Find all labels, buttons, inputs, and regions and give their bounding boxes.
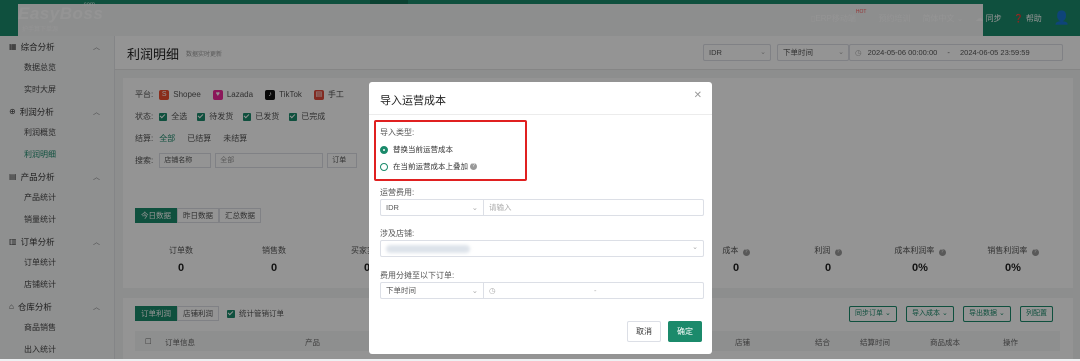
- dialog-header: 导入运营成本 ✕: [369, 82, 712, 115]
- help-icon: ?: [470, 163, 477, 170]
- cancel-button[interactable]: 取消: [627, 321, 661, 342]
- allocate-label: 费用分摊至以下订单:: [380, 271, 455, 280]
- radio-label: 在当前运营成本上叠加: [393, 162, 468, 171]
- radio-unselected-icon: [380, 162, 388, 171]
- chevron-down-icon: ⌄: [692, 244, 698, 251]
- clock-icon: ◷: [489, 286, 496, 295]
- cost-input-group: IDR ⌄ 请输入: [380, 199, 704, 216]
- range-separator: -: [594, 286, 597, 295]
- confirm-button[interactable]: 确定: [668, 321, 702, 342]
- radio-label: 替换当前运营成本: [393, 145, 453, 154]
- allocate-date-range[interactable]: ◷ -: [484, 283, 705, 298]
- allocate-input-group: 下单时间 ⌄ ◷ -: [380, 282, 704, 299]
- time-type-value: 下单时间: [386, 286, 416, 295]
- radio-selected-icon: [380, 145, 388, 154]
- stores-label: 涉及店铺:: [380, 229, 415, 238]
- currency-value: IDR: [386, 203, 399, 212]
- cost-currency-select[interactable]: IDR ⌄: [381, 200, 484, 215]
- radio-overlay[interactable]: 在当前运营成本上叠加?: [380, 161, 477, 172]
- import-type-label: 导入类型:: [380, 128, 415, 137]
- allocate-time-type-select[interactable]: 下单时间 ⌄: [381, 283, 484, 298]
- cost-label: 运营费用:: [380, 188, 415, 197]
- chevron-down-icon: ⌄: [471, 286, 478, 295]
- dialog-title: 导入运营成本: [380, 95, 446, 107]
- close-icon[interactable]: ✕: [694, 90, 702, 101]
- chevron-down-icon: ⌄: [471, 203, 478, 212]
- cost-amount-input[interactable]: 请输入: [484, 200, 512, 215]
- blurred-store-tag: [386, 245, 470, 253]
- import-cost-dialog: 导入运营成本 ✕ 导入类型: 替换当前运营成本 在当前运营成本上叠加? 运营费用…: [369, 82, 712, 354]
- stores-select[interactable]: ⌄: [380, 240, 704, 257]
- radio-replace[interactable]: 替换当前运营成本: [380, 144, 453, 155]
